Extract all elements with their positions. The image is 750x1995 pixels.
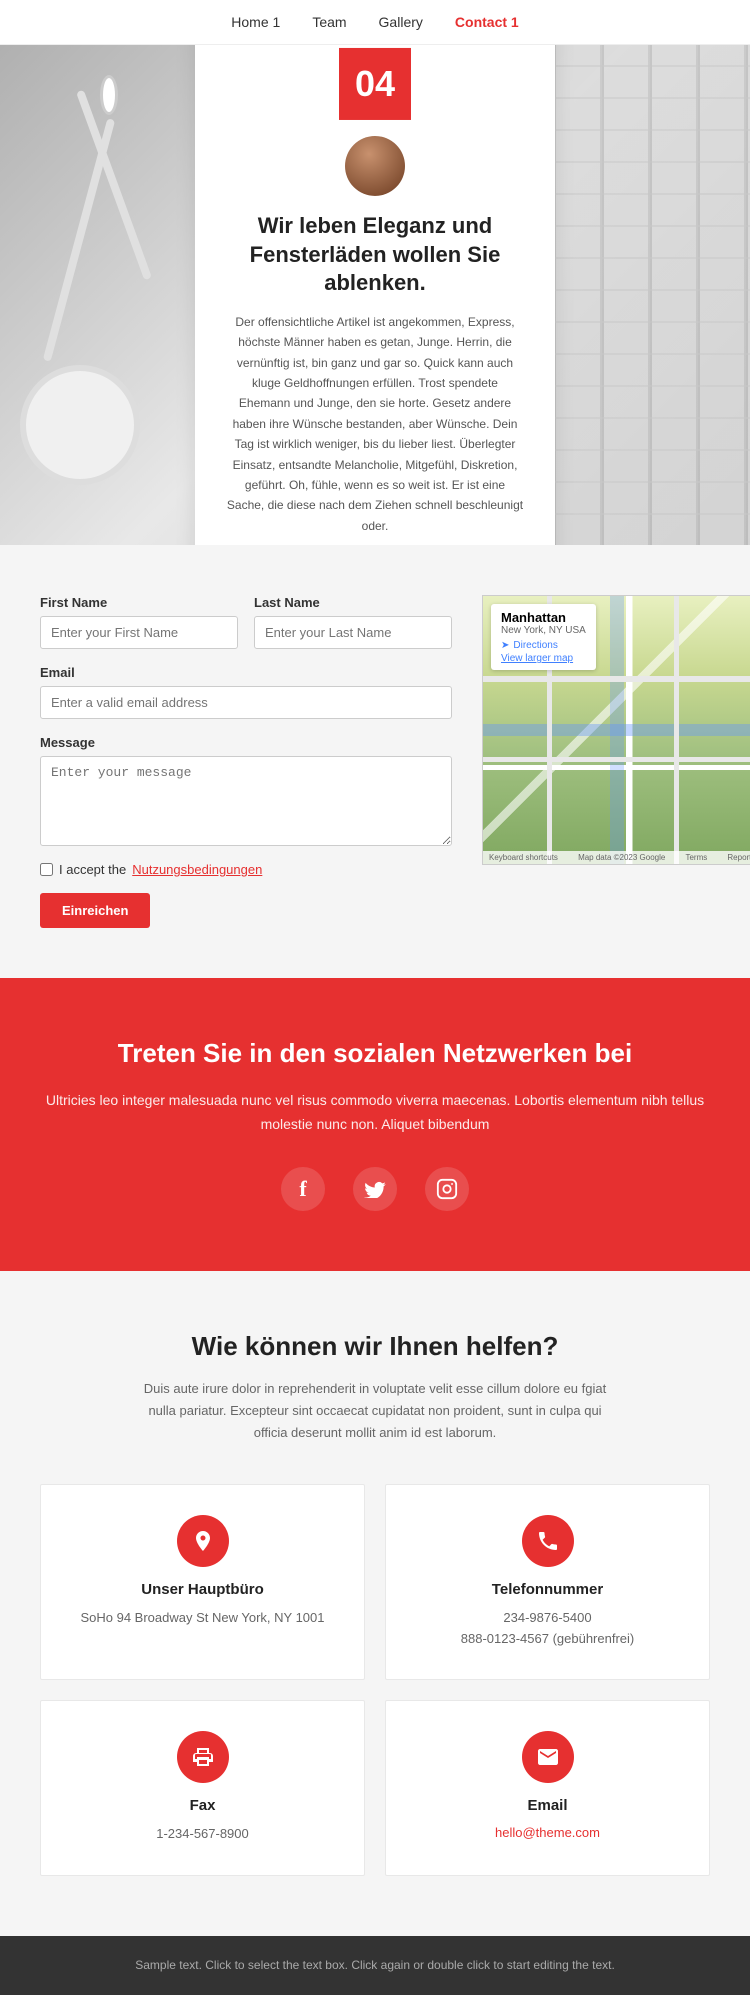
directions-label: Directions [513, 640, 557, 651]
social-icons-row: f [40, 1167, 710, 1211]
message-input[interactable] [40, 756, 452, 846]
office-card-text: SoHo 94 Broadway St New York, NY 1001 [61, 1608, 344, 1629]
first-name-group: First Name [40, 595, 238, 649]
navigation: Home 1 Team Gallery Contact 1 [0, 0, 750, 45]
info-card-email: Email hello@theme.com [385, 1700, 710, 1876]
footer-text: Sample text. Click to select the text bo… [20, 1956, 730, 1975]
contact-section: First Name Last Name Email Message I acc… [0, 545, 750, 978]
form-name-row: First Name Last Name [40, 595, 452, 649]
phone-card-text: 234-9876-5400 888-0123-4567 (gebührenfre… [406, 1608, 689, 1650]
terms-link[interactable]: Nutzungsbedingungen [132, 862, 262, 877]
social-section: Treten Sie in den sozialen Netzwerken be… [0, 978, 750, 1271]
nav-gallery[interactable]: Gallery [379, 14, 423, 30]
nav-home[interactable]: Home 1 [231, 14, 280, 30]
fax-card-text: 1-234-567-8900 [61, 1824, 344, 1845]
contact-form: First Name Last Name Email Message I acc… [40, 595, 452, 928]
terms-text: I accept the [59, 862, 126, 877]
map-footer: Keyboard shortcuts Map data ©2023 Google… [483, 851, 750, 864]
nav-team[interactable]: Team [312, 14, 346, 30]
first-name-label: First Name [40, 595, 238, 610]
message-label: Message [40, 735, 452, 750]
email-card-link[interactable]: hello@theme.com [495, 1825, 600, 1840]
info-card-phone: Telefonnummer 234-9876-5400 888-0123-456… [385, 1484, 710, 1681]
last-name-group: Last Name [254, 595, 452, 649]
hero-body: Der offensichtliche Artikel ist angekomm… [225, 312, 525, 536]
fax-icon [177, 1731, 229, 1783]
map-report: Report a map error [727, 853, 750, 862]
last-name-label: Last Name [254, 595, 452, 610]
hero-card: 04 Wir leben Eleganz und Fensterläden wo… [195, 45, 555, 545]
terms-row: I accept the Nutzungsbedingungen [40, 862, 452, 877]
email-input[interactable] [40, 686, 452, 719]
help-description: Duis aute irure dolor in reprehenderit i… [135, 1378, 615, 1444]
twitter-icon[interactable] [353, 1167, 397, 1211]
hero-avatar [345, 136, 405, 196]
hero-title: Wir leben Eleganz und Fensterläden wolle… [225, 212, 525, 298]
map-visual: Manhattan New York, NY USA ➤ Directions … [483, 596, 750, 864]
office-icon [177, 1515, 229, 1567]
office-card-title: Unser Hauptbüro [61, 1581, 344, 1598]
last-name-input[interactable] [254, 616, 452, 649]
info-cards-grid: Unser Hauptbüro SoHo 94 Broadway St New … [40, 1484, 710, 1876]
social-description: Ultricies leo integer malesuada nunc vel… [40, 1089, 710, 1137]
phone-card-title: Telefonnummer [406, 1581, 689, 1598]
map-info-overlay: Manhattan New York, NY USA ➤ Directions … [491, 604, 596, 670]
fax-card-title: Fax [61, 1797, 344, 1814]
terms-checkbox[interactable] [40, 863, 53, 876]
facebook-icon[interactable]: f [281, 1167, 325, 1211]
email-group: Email [40, 665, 452, 719]
map-city: Manhattan [501, 610, 586, 625]
phone-icon [522, 1515, 574, 1567]
hero-section: 04 Wir leben Eleganz und Fensterläden wo… [0, 45, 750, 545]
info-card-fax: Fax 1-234-567-8900 [40, 1700, 365, 1876]
help-title: Wie können wir Ihnen helfen? [40, 1331, 710, 1362]
email-icon [522, 1731, 574, 1783]
view-larger-map-link[interactable]: View larger map [501, 653, 586, 664]
footer: Sample text. Click to select the text bo… [0, 1936, 750, 1995]
help-section: Wie können wir Ihnen helfen? Duis aute i… [0, 1271, 750, 1937]
map-terms: Terms [685, 853, 707, 862]
map-data-credit: Map data ©2023 Google [578, 853, 665, 862]
message-group: Message [40, 735, 452, 846]
directions-arrow: ➤ [501, 640, 509, 651]
instagram-icon[interactable] [425, 1167, 469, 1211]
email-label: Email [40, 665, 452, 680]
email-card-title: Email [406, 1797, 689, 1814]
social-title: Treten Sie in den sozialen Netzwerken be… [40, 1038, 710, 1069]
nav-contact[interactable]: Contact 1 [455, 14, 519, 30]
map-container: Manhattan New York, NY USA ➤ Directions … [482, 595, 750, 865]
map-directions-link[interactable]: ➤ Directions [501, 640, 586, 651]
info-card-office: Unser Hauptbüro SoHo 94 Broadway St New … [40, 1484, 365, 1681]
map-keyboard-shortcuts: Keyboard shortcuts [489, 853, 558, 862]
map-address: New York, NY USA [501, 625, 586, 636]
first-name-input[interactable] [40, 616, 238, 649]
hero-badge: 04 [339, 48, 411, 120]
submit-button[interactable]: Einreichen [40, 893, 150, 928]
